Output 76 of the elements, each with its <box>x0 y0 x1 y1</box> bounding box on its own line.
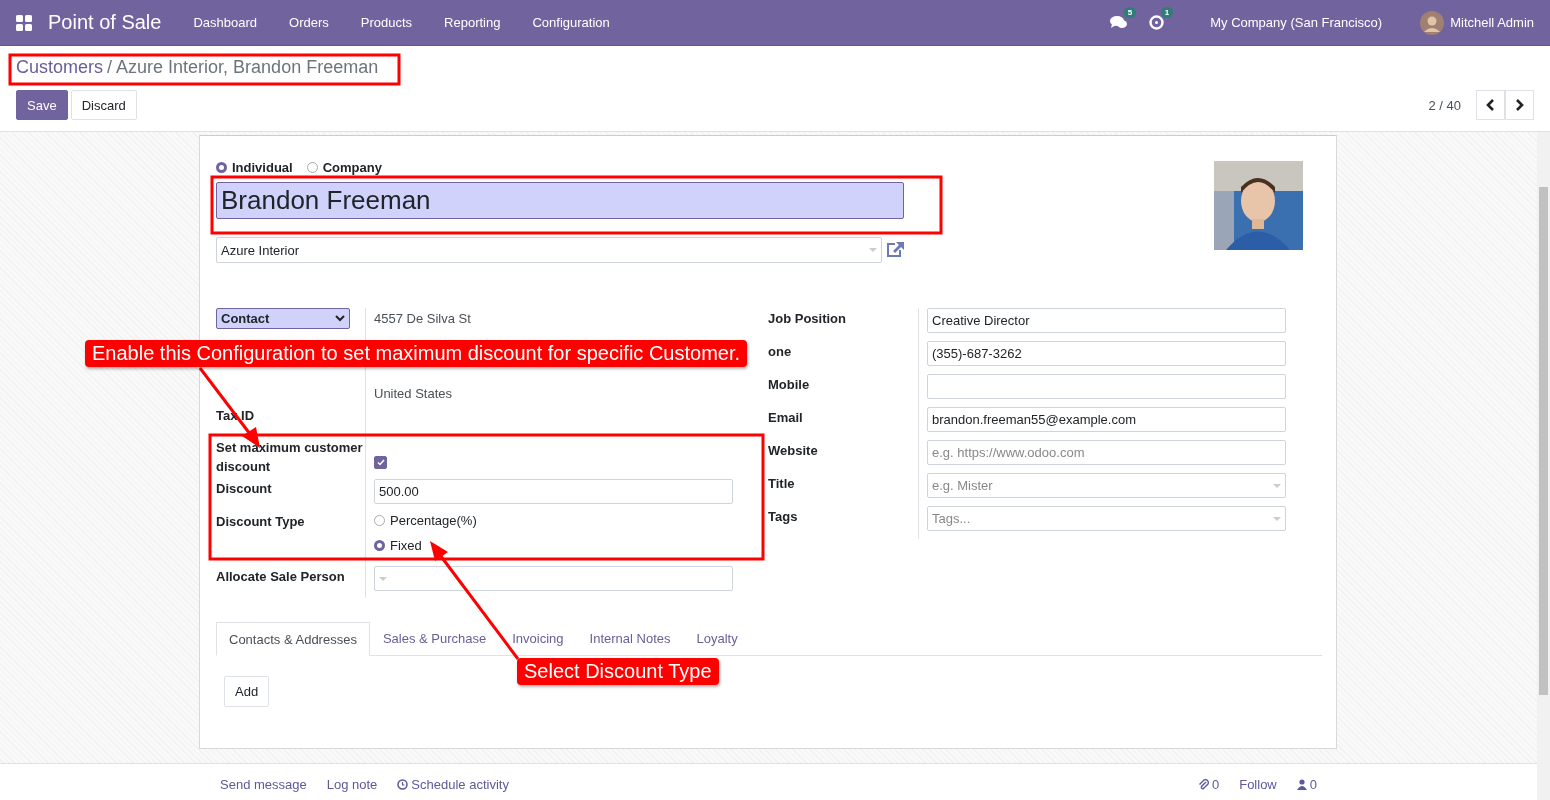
tab[interactable]: Invoicing <box>499 622 577 655</box>
grid-icon <box>16 14 32 31</box>
input-field[interactable]: e.g. https://www.odoo.com <box>927 440 1286 465</box>
menu-item[interactable]: Configuration <box>516 15 626 30</box>
field-label: Discount <box>216 481 273 496</box>
select-field[interactable]: Tags... <box>927 506 1286 531</box>
input-field[interactable] <box>927 374 1286 399</box>
field-label: Title <box>768 476 796 491</box>
breadcrumb-current: Azure Interior, Brandon Freeman <box>116 57 379 78</box>
pager-value: 2 / 40 <box>1428 97 1461 113</box>
field-label: Tax ID <box>216 408 256 423</box>
field-label: Email <box>768 410 804 425</box>
menu-item[interactable]: Reporting <box>428 15 517 30</box>
form-button[interactable]: Save <box>16 90 68 120</box>
add-button[interactable]: Add <box>224 676 270 707</box>
checkbox[interactable] <box>374 456 387 469</box>
chevron-left-icon <box>1486 99 1495 111</box>
field-label: Job Position <box>768 311 847 326</box>
menu-item[interactable]: Products <box>344 15 429 30</box>
input-field[interactable]: 500.00 <box>374 479 733 504</box>
tab[interactable]: Contacts & Addresses <box>216 622 370 656</box>
field-label: Mobile <box>768 377 811 392</box>
count-badge: 5 <box>1123 7 1137 18</box>
follow-button[interactable]: Follow <box>1239 777 1277 792</box>
attachments-button[interactable]: 0 <box>1197 777 1220 792</box>
radio-option[interactable]: Individual <box>216 159 293 175</box>
select-field[interactable]: e.g. Mister <box>927 473 1286 498</box>
field-label: Allocate Sale Person <box>216 569 346 584</box>
scrollbar[interactable] <box>1537 132 1550 800</box>
breadcrumb-separator: / <box>107 57 113 78</box>
field-label: Tags <box>768 509 799 524</box>
address-type-select[interactable]: Contact <box>216 308 350 329</box>
person-icon <box>1296 779 1307 790</box>
radio-option[interactable]: Fixed <box>374 533 733 558</box>
address-line: United States <box>374 385 454 401</box>
radio-option[interactable]: Company <box>306 159 382 175</box>
chat-icon <box>1110 15 1128 30</box>
field-label: Set maximum customer discount <box>216 439 364 476</box>
chevron-down-icon <box>335 315 345 322</box>
menu-item[interactable]: Orders <box>273 15 345 30</box>
previous-button[interactable] <box>1476 90 1505 120</box>
chatter-link[interactable]: Schedule activity <box>397 777 509 792</box>
apps-menu-button[interactable] <box>16 14 32 31</box>
app-title: Point of Sale <box>48 11 162 34</box>
field-label: one <box>768 344 793 359</box>
annotation-callout: Select Discount Type <box>517 658 719 685</box>
field-label: Discount Type <box>216 514 306 529</box>
user-menu[interactable]: Mitchell Admin <box>1404 10 1550 35</box>
count-badge: 1 <box>1160 7 1174 18</box>
paperclip-icon <box>1197 779 1209 790</box>
tab[interactable]: Loyalty <box>683 622 751 655</box>
input-field[interactable]: brandon.freeman55@example.com <box>927 407 1286 432</box>
check-icon <box>376 459 385 466</box>
address-line: 4557 De Silva St <box>374 310 472 326</box>
chatter-link[interactable]: Send message <box>220 777 307 792</box>
field-label: Website <box>768 443 819 458</box>
chatter-link[interactable]: Log note <box>326 777 378 792</box>
breadcrumb-link[interactable]: Customers <box>16 57 104 78</box>
tab[interactable]: Internal Notes <box>576 622 684 655</box>
form-button[interactable]: Discard <box>70 90 137 120</box>
annotation-callout: Enable this Configuration to set maximum discount for specific Customer. <box>85 340 748 367</box>
company-switcher[interactable]: My Company (San Francisco) <box>1194 15 1399 30</box>
select-field[interactable] <box>374 566 733 591</box>
menu-item[interactable]: Dashboard <box>177 15 274 30</box>
tab[interactable]: Sales & Purchase <box>369 622 500 655</box>
company-select[interactable]: Azure Interior <box>216 237 882 263</box>
messages-button[interactable] <box>1110 15 1128 30</box>
input-field[interactable]: (355)-687-3262 <box>927 341 1286 366</box>
input-field[interactable]: Creative Director <box>927 308 1286 333</box>
chevron-right-icon <box>1515 99 1524 111</box>
followers-button[interactable]: 0 <box>1296 777 1317 792</box>
radio-option[interactable]: Percentage(%) <box>374 508 733 533</box>
name-field[interactable]: Brandon Freeman <box>216 182 904 219</box>
external-link-icon <box>885 241 905 259</box>
next-button[interactable] <box>1505 90 1534 120</box>
avatar-icon <box>1420 10 1445 35</box>
